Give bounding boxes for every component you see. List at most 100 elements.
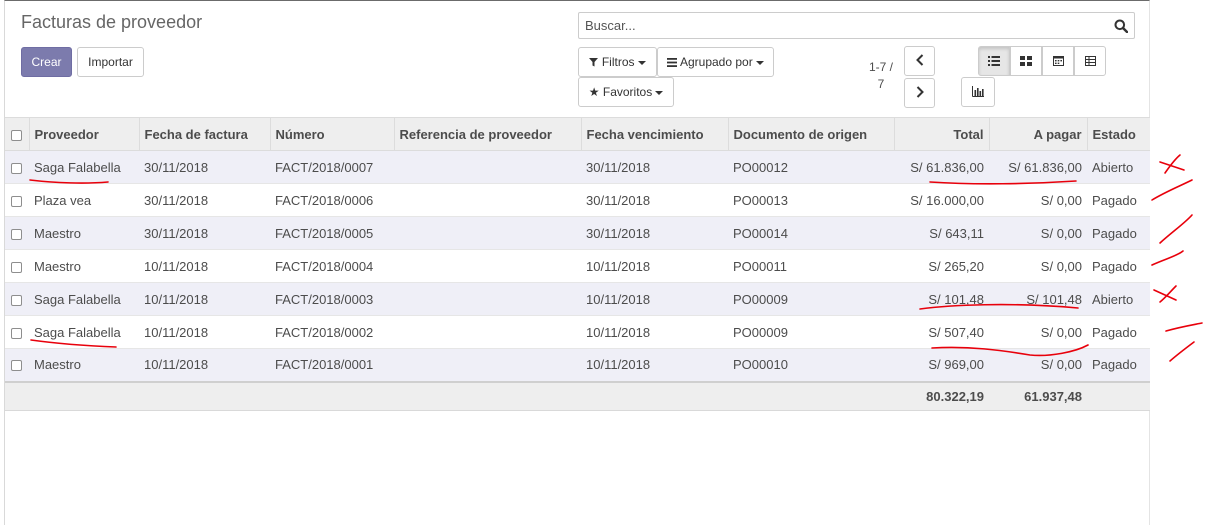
total-sum: 80.322,19 [894, 380, 989, 411]
pivot-view-button[interactable] [1074, 46, 1106, 76]
select-all-cell[interactable] [5, 117, 30, 151]
cell-estado: Pagado [1087, 348, 1150, 382]
group-by-button[interactable]: Agrupado por [657, 47, 774, 77]
chevron-right-icon [916, 85, 924, 101]
table-row[interactable]: Maestro 30/11/2018 FACT/2018/0005 30/11/… [5, 216, 1150, 250]
table-row[interactable]: Saga Falabella 10/11/2018 FACT/2018/0002… [5, 315, 1150, 349]
cell-total: S/ 101,48 [894, 282, 989, 316]
create-button[interactable]: Crear [21, 47, 72, 77]
cell-documento-origen: PO00009 [728, 282, 894, 316]
column-referencia[interactable]: Referencia de proveedor [394, 117, 582, 151]
filter-icon [589, 55, 599, 69]
import-button[interactable]: Importar [77, 47, 144, 77]
row-select-cell[interactable] [5, 348, 29, 382]
cell-proveedor: Saga Falabella [29, 150, 139, 184]
cell-fecha-factura: 10/11/2018 [139, 282, 270, 316]
row-select-cell[interactable] [5, 150, 29, 184]
annotation-dash [1165, 322, 1203, 332]
cell-estado: Abierto [1087, 282, 1150, 316]
row-checkbox[interactable] [11, 327, 22, 339]
cell-proveedor: Saga Falabella [29, 315, 139, 349]
cell-a-pagar: S/ 101,48 [989, 282, 1087, 316]
cell-estado: Pagado [1087, 183, 1150, 217]
cell-numero: FACT/2018/0006 [270, 183, 394, 217]
column-total[interactable]: Total [894, 117, 990, 151]
cell-referencia [394, 348, 581, 382]
row-select-cell[interactable] [5, 282, 29, 316]
filters-label: Filtros [601, 55, 635, 69]
column-fecha-vencimiento[interactable]: Fecha vencimiento [581, 117, 729, 151]
search-icon[interactable] [1114, 19, 1129, 36]
annotation-cross [1153, 285, 1177, 303]
totals-spacer [5, 380, 29, 411]
row-checkbox[interactable] [11, 228, 22, 240]
cell-fecha-vencimiento: 10/11/2018 [581, 315, 728, 349]
cell-a-pagar: S/ 0,00 [989, 348, 1087, 382]
row-select-cell[interactable] [5, 315, 29, 349]
row-checkbox[interactable] [11, 360, 22, 372]
list-view-button[interactable] [978, 46, 1010, 76]
cell-total: S/ 507,40 [894, 315, 989, 349]
a-pagar-sum: 61.937,48 [989, 380, 1087, 411]
cell-proveedor: Maestro [29, 249, 139, 283]
column-fecha-factura[interactable]: Fecha de factura [139, 117, 271, 151]
calendar-view-button[interactable] [1042, 46, 1074, 76]
row-checkbox[interactable] [11, 294, 22, 306]
cell-fecha-vencimiento: 10/11/2018 [581, 348, 728, 382]
cell-total: S/ 61.836,00 [894, 150, 989, 184]
cell-fecha-factura: 10/11/2018 [139, 315, 270, 349]
cell-estado: Pagado [1087, 216, 1150, 250]
cell-estado: Pagado [1087, 249, 1150, 283]
bars-icon [667, 55, 678, 69]
search-input[interactable] [579, 13, 1099, 38]
column-proveedor[interactable]: Proveedor [29, 117, 140, 151]
annotation-cross [1159, 154, 1185, 174]
table-row[interactable]: Maestro 10/11/2018 FACT/2018/0001 10/11/… [5, 348, 1150, 382]
cell-documento-origen: PO00013 [728, 183, 894, 217]
table-row[interactable]: Plaza vea 30/11/2018 FACT/2018/0006 30/1… [5, 183, 1150, 217]
row-checkbox[interactable] [11, 162, 22, 174]
row-select-cell[interactable] [5, 249, 29, 283]
pager-next-button[interactable] [904, 78, 935, 108]
star-icon: ★ [588, 85, 600, 99]
cell-proveedor: Maestro [29, 216, 139, 250]
kanban-icon [1020, 54, 1032, 69]
graph-view-button[interactable] [961, 77, 995, 107]
caret-down-icon [637, 60, 646, 65]
cell-a-pagar: S/ 0,00 [989, 183, 1087, 217]
filters-button[interactable]: Filtros [578, 47, 657, 77]
row-select-cell[interactable] [5, 183, 29, 217]
column-numero[interactable]: Número [270, 117, 395, 151]
cell-a-pagar: S/ 0,00 [989, 249, 1087, 283]
table-row[interactable]: Maestro 10/11/2018 FACT/2018/0004 10/11/… [5, 249, 1150, 283]
annotation-check [1151, 250, 1184, 266]
select-all-checkbox[interactable] [11, 129, 22, 141]
cell-fecha-factura: 30/11/2018 [139, 150, 270, 184]
cell-total: S/ 16.000,00 [894, 183, 989, 217]
annotation-check [1151, 179, 1193, 201]
cell-total: S/ 265,20 [894, 249, 989, 283]
totals-row: 80.322,19 61.937,48 [5, 380, 1150, 411]
favorites-button[interactable]: ★ Favoritos [578, 77, 674, 107]
table-header-row: Proveedor Fecha de factura Número Refere… [5, 117, 1150, 151]
row-checkbox[interactable] [11, 195, 22, 207]
table-row[interactable]: Saga Falabella 30/11/2018 FACT/2018/0007… [5, 150, 1150, 184]
column-documento-origen[interactable]: Documento de origen [728, 117, 895, 151]
cell-referencia [394, 150, 581, 184]
pager-value-text: 1-7 / 7 [868, 60, 893, 91]
row-checkbox[interactable] [11, 261, 22, 273]
cell-fecha-vencimiento: 10/11/2018 [581, 282, 728, 316]
cell-referencia [394, 315, 581, 349]
row-select-cell[interactable] [5, 216, 29, 250]
list-icon [988, 54, 1000, 69]
table-row[interactable]: Saga Falabella 10/11/2018 FACT/2018/0003… [5, 282, 1150, 316]
search-box[interactable] [578, 12, 1135, 39]
pager-previous-button[interactable] [904, 46, 935, 76]
cell-fecha-vencimiento: 10/11/2018 [581, 249, 728, 283]
column-estado[interactable]: Estado [1087, 117, 1150, 151]
kanban-view-button[interactable] [1010, 46, 1042, 76]
pivot-icon [1084, 54, 1096, 69]
column-a-pagar[interactable]: A pagar [989, 117, 1088, 151]
cell-proveedor: Plaza vea [29, 183, 139, 217]
cell-numero: FACT/2018/0005 [270, 216, 394, 250]
